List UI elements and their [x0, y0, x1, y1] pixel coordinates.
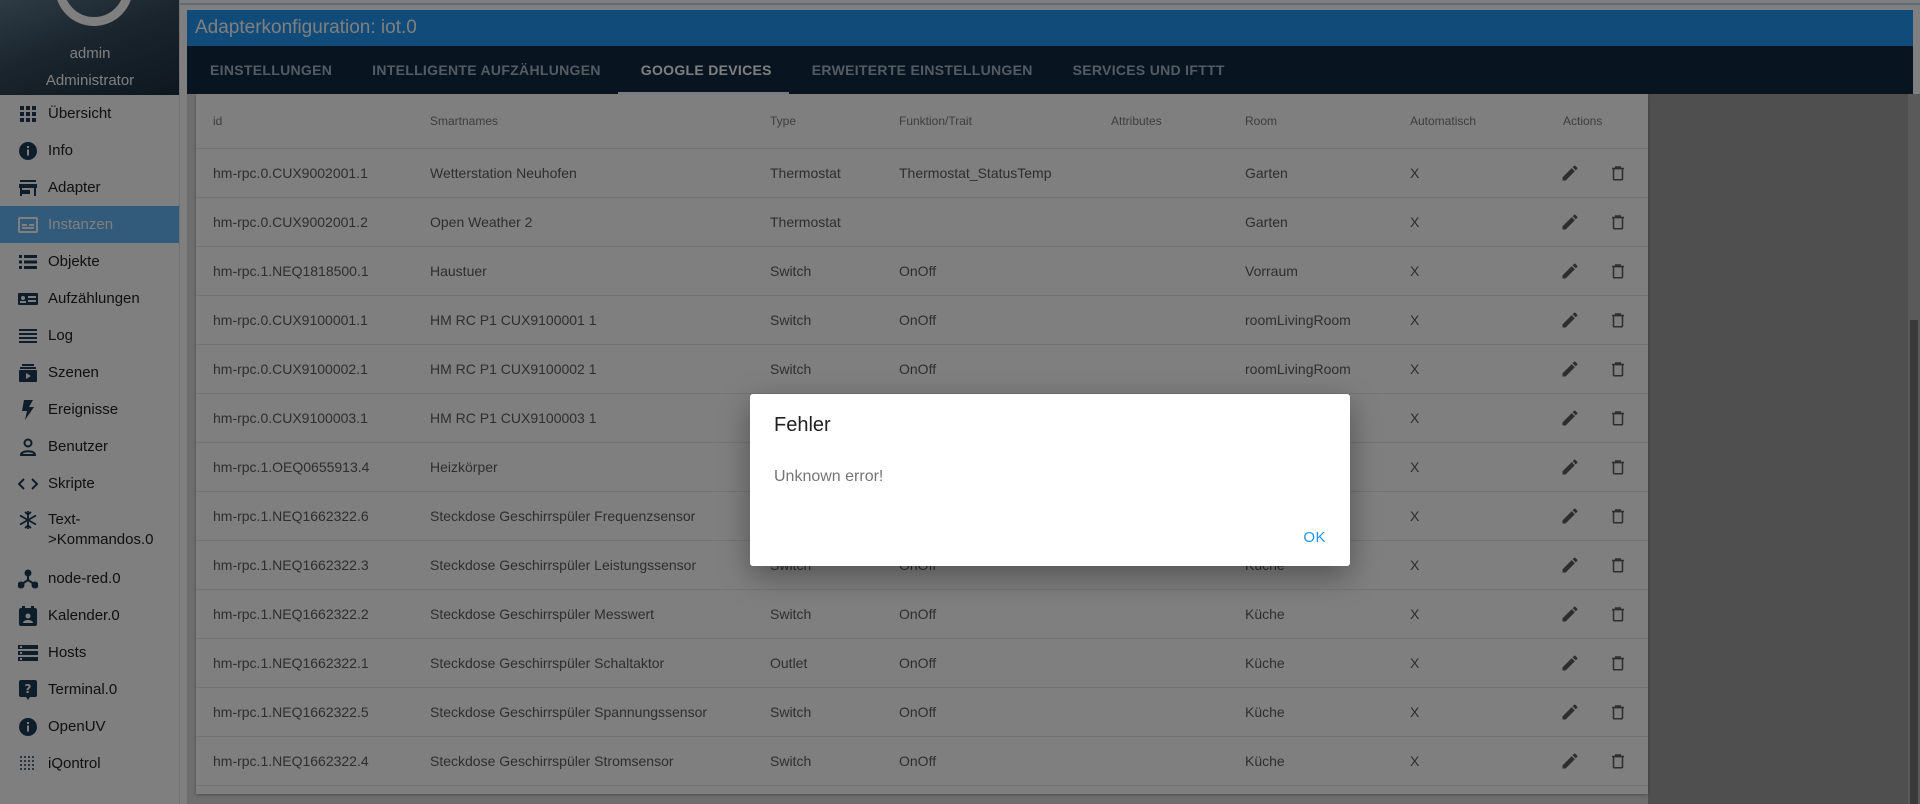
ok-button[interactable]: OK	[1291, 520, 1338, 556]
dialog-message: Unknown error!	[774, 468, 884, 485]
scrollbar-thumb[interactable]	[1910, 320, 1918, 804]
error-dialog: Fehler Unknown error! OK	[750, 394, 1350, 566]
dialog-title: Fehler	[774, 414, 831, 436]
